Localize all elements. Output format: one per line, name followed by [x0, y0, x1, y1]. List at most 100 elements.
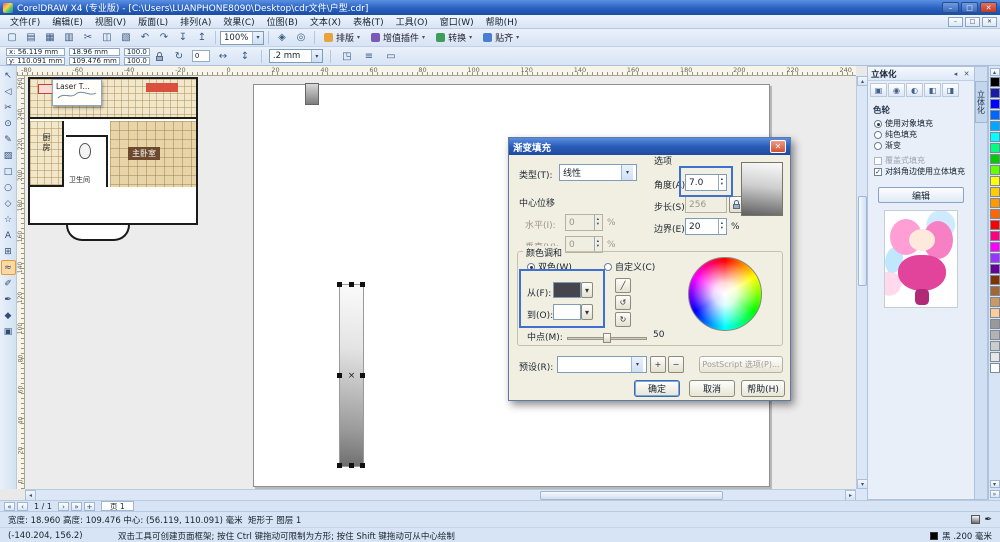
- palette-swatch-8[interactable]: [990, 165, 1000, 175]
- palette-swatch-1[interactable]: [990, 88, 1000, 98]
- postscript-button[interactable]: PostScript 选项(P)...: [699, 356, 783, 373]
- save-icon[interactable]: ▦: [41, 30, 59, 46]
- pick-tool[interactable]: ↖: [1, 68, 16, 83]
- palette-swatch-4[interactable]: [990, 121, 1000, 131]
- dialog-close-button[interactable]: ✕: [770, 140, 786, 153]
- palette-swatch-3[interactable]: [990, 110, 1000, 120]
- menu-item-10[interactable]: 窗口(W): [434, 15, 480, 28]
- selection-handle[interactable]: [360, 463, 365, 468]
- minimize-button[interactable]: –: [942, 2, 959, 13]
- basic-shapes-tool[interactable]: ☆: [1, 212, 16, 227]
- menu-item-3[interactable]: 版面(L): [132, 15, 174, 28]
- menu-item-9[interactable]: 工具(O): [390, 15, 434, 28]
- to-color-dropdown[interactable]: ▾: [581, 304, 593, 320]
- shape-tool[interactable]: ◁: [1, 84, 16, 99]
- open-icon[interactable]: ▤: [22, 30, 40, 46]
- spinner-icon[interactable]: ▴▾: [718, 219, 723, 234]
- presets-select[interactable]: ▾: [557, 356, 647, 373]
- ok-button[interactable]: 确定: [634, 380, 680, 397]
- scale-v-field[interactable]: 100.0: [124, 57, 150, 65]
- from-color-dropdown[interactable]: ▾: [581, 282, 593, 298]
- blend-cw-button[interactable]: ↻: [615, 312, 631, 327]
- to-color-swatch[interactable]: [553, 304, 581, 320]
- print-icon[interactable]: ▥: [60, 30, 78, 46]
- angle-field[interactable]: 7.0 ▴▾: [685, 174, 727, 191]
- vertical-scrollbar[interactable]: ▴ ▾: [856, 76, 867, 489]
- paste-icon[interactable]: ▧: [117, 30, 135, 46]
- chevron-down-icon[interactable]: ▾: [631, 357, 643, 372]
- palette-scroll-down-icon[interactable]: ▾: [990, 480, 1000, 488]
- object-x-field[interactable]: x: 56.119 mm: [6, 48, 65, 56]
- selection-handle[interactable]: [349, 282, 354, 287]
- palette-swatch-2[interactable]: [990, 99, 1000, 109]
- object-height-field[interactable]: 109.476 mm: [69, 57, 120, 65]
- menu-item-4[interactable]: 排列(A): [174, 15, 217, 28]
- palette-swatch-12[interactable]: [990, 209, 1000, 219]
- cancel-button[interactable]: 取消: [689, 380, 735, 397]
- palette-swatch-11[interactable]: [990, 198, 1000, 208]
- docker-checkbox-0[interactable]: 覆盖式填充: [868, 155, 974, 166]
- palette-swatch-26[interactable]: [990, 363, 1000, 373]
- type-select[interactable]: 线性 ▾: [559, 164, 637, 181]
- to-front-icon[interactable]: ◳: [338, 48, 356, 64]
- palette-swatch-18[interactable]: [990, 275, 1000, 285]
- palette-swatch-6[interactable]: [990, 143, 1000, 153]
- undo-icon[interactable]: ↶: [136, 30, 154, 46]
- midpoint-slider[interactable]: [567, 332, 647, 344]
- vertical-scroll-thumb[interactable]: [858, 196, 867, 286]
- next-page-button[interactable]: ›: [58, 502, 69, 511]
- small-gradient-rectangle[interactable]: [305, 83, 319, 105]
- chevron-down-icon[interactable]: ▾: [252, 32, 263, 44]
- custom-radio[interactable]: 自定义(C): [604, 260, 655, 273]
- export-icon[interactable]: ↥: [193, 30, 211, 46]
- menu-item-7[interactable]: 文本(X): [304, 15, 347, 28]
- new-document-icon[interactable]: ▢: [3, 30, 21, 46]
- menu-item-8[interactable]: 表格(T): [347, 15, 390, 28]
- prev-page-button[interactable]: ‹: [17, 502, 28, 511]
- polygon-tool[interactable]: ◇: [1, 196, 16, 211]
- menu-item-5[interactable]: 效果(C): [217, 15, 260, 28]
- lock-ratio-icon[interactable]: [154, 48, 166, 64]
- scale-h-field[interactable]: 100.0: [124, 48, 150, 56]
- first-page-button[interactable]: «: [4, 502, 15, 511]
- docker-checkbox-1[interactable]: ✓对斜角边使用立体填充: [868, 166, 974, 177]
- palette-swatch-17[interactable]: [990, 264, 1000, 274]
- horizontal-field[interactable]: 0 ▴▾: [565, 214, 603, 231]
- selection-handle[interactable]: [360, 282, 365, 287]
- copy-icon[interactable]: ◫: [98, 30, 116, 46]
- docker-flyout-icon[interactable]: ◂: [951, 70, 960, 78]
- help-button[interactable]: 帮助(H): [741, 380, 785, 397]
- slider-thumb[interactable]: [603, 333, 611, 343]
- selection-handle[interactable]: [337, 282, 342, 287]
- selection-handle[interactable]: [337, 463, 342, 468]
- toolbar-text-button-2[interactable]: 转换▾: [431, 30, 477, 46]
- palette-swatch-15[interactable]: [990, 242, 1000, 252]
- edge-field[interactable]: 20 ▴▾: [685, 218, 727, 235]
- outline-width-combo[interactable]: .2 mm ▾: [269, 49, 323, 63]
- docker-tab-extrude[interactable]: 立体化: [975, 81, 988, 123]
- rectangle-tool[interactable]: □: [1, 164, 16, 179]
- palette-swatch-25[interactable]: [990, 352, 1000, 362]
- smart-fill-tool[interactable]: ▨: [1, 148, 16, 163]
- selection-handle[interactable]: [360, 373, 365, 378]
- menu-item-11[interactable]: 帮助(H): [480, 15, 524, 28]
- docker-radio-2[interactable]: 渐变: [868, 140, 974, 151]
- dialog-title-bar[interactable]: 渐变填充 ✕: [509, 138, 790, 155]
- menu-item-2[interactable]: 视图(V): [89, 15, 132, 28]
- redo-icon[interactable]: ↷: [155, 30, 173, 46]
- palette-swatch-21[interactable]: [990, 308, 1000, 318]
- palette-swatch-13[interactable]: [990, 220, 1000, 230]
- palette-swatch-19[interactable]: [990, 286, 1000, 296]
- preset-add-button[interactable]: +: [650, 356, 666, 373]
- extrude-light-icon[interactable]: ◐: [906, 83, 923, 97]
- doc-restore-button[interactable]: □: [965, 17, 980, 27]
- ellipse-tool[interactable]: ○: [1, 180, 16, 195]
- convert-to-curves-icon[interactable]: ≡: [360, 48, 378, 64]
- fill-status-icon[interactable]: [971, 515, 980, 524]
- interactive-fill-tool[interactable]: ▣: [1, 324, 16, 339]
- extrude-bevel-icon[interactable]: ◨: [942, 83, 959, 97]
- cut-icon[interactable]: ✂: [79, 30, 97, 46]
- steps-field[interactable]: 256: [685, 196, 727, 213]
- toolbar-text-button-1[interactable]: 增值插件▾: [366, 30, 430, 46]
- palette-swatch-16[interactable]: [990, 253, 1000, 263]
